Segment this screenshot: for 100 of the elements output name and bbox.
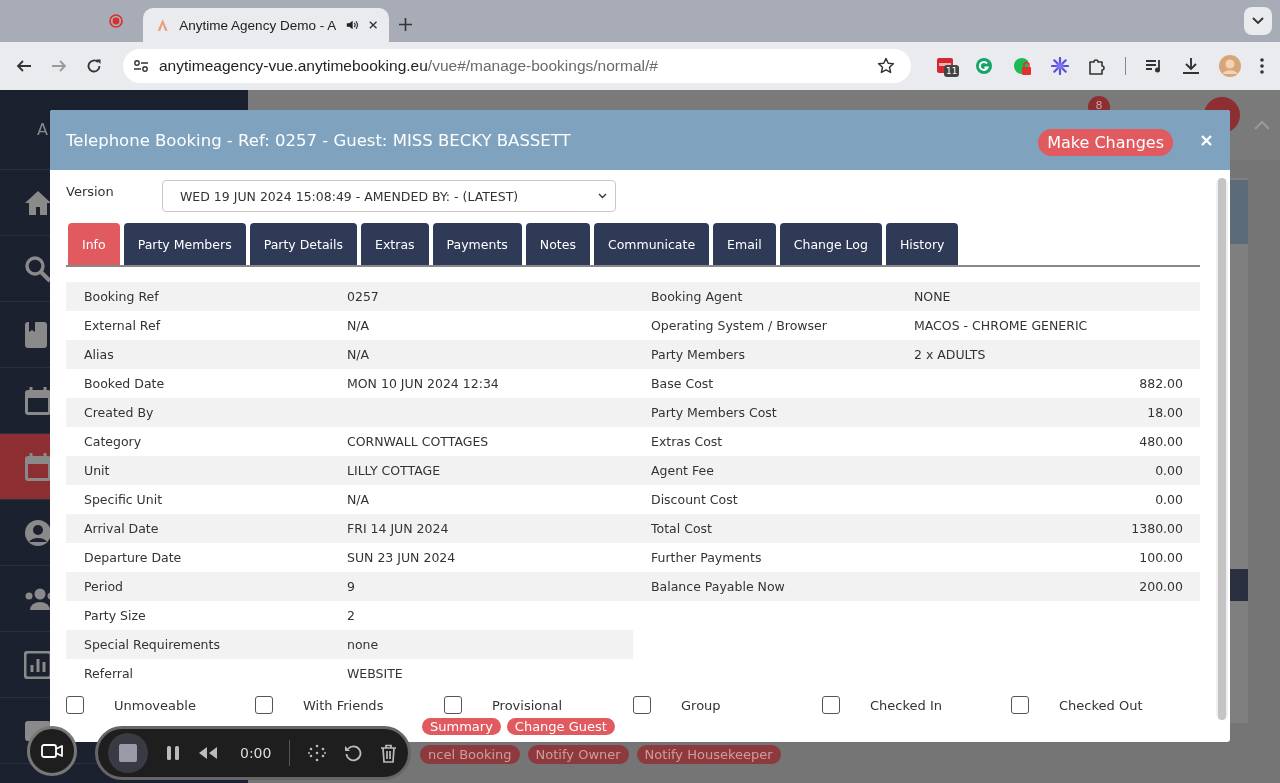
- field-value: 2 x ADULTS: [914, 347, 986, 362]
- bookmark-star-icon[interactable]: [877, 57, 895, 75]
- tab[interactable]: Notes: [525, 223, 590, 265]
- checkbox-label: Checked In: [870, 697, 942, 713]
- field-label: Alias: [83, 347, 115, 362]
- address-bar[interactable]: anytimeagency-vue.anytimebooking.eu/vue#/manage-bookings/normal/#: [123, 49, 911, 83]
- field-label: Booked Date: [83, 376, 166, 391]
- field-value: LILLY COTTAGE: [347, 463, 441, 478]
- field-value: N/A: [347, 492, 370, 507]
- field-value: MON 10 JUN 2024 12:34: [347, 376, 499, 391]
- new-tab-icon[interactable]: [399, 18, 412, 31]
- stop-button[interactable]: [108, 733, 148, 773]
- field-label: Party Members Cost: [650, 405, 778, 420]
- amount-value: 18.00: [1146, 405, 1184, 420]
- tab[interactable]: Extras: [361, 223, 429, 265]
- rewind-icon[interactable]: [198, 746, 218, 760]
- chart-icon: [24, 650, 52, 679]
- lock-extension-icon[interactable]: [1012, 56, 1032, 76]
- field-label: Extras Cost: [650, 434, 724, 449]
- field-label: Booking Agent: [650, 289, 744, 304]
- menu-icon[interactable]: [1260, 58, 1264, 74]
- action-button[interactable]: Change Guest: [506, 718, 615, 735]
- recording-time: 0:00: [240, 745, 272, 761]
- amount-value: 100.00: [1138, 550, 1184, 565]
- brand-text: A: [37, 120, 48, 139]
- field-value: 0257: [347, 289, 379, 304]
- book-icon: [24, 320, 48, 349]
- search-icon: [24, 254, 52, 283]
- checkbox-label: Provisional: [492, 697, 563, 713]
- reload-icon[interactable]: [86, 58, 102, 74]
- download-icon[interactable]: [1182, 57, 1200, 75]
- calendar-extension-button[interactable]: 11: [936, 56, 956, 76]
- version-select[interactable]: WED 19 JUN 2024 15:08:49 - AMENDED BY: - (LATEST): [162, 180, 616, 212]
- amount-value: 882.00: [1138, 376, 1184, 391]
- checkbox-label: With Friends: [303, 697, 384, 713]
- media-icon[interactable]: [1145, 58, 1163, 74]
- back-icon[interactable]: [16, 58, 32, 74]
- close-icon[interactable]: [368, 20, 377, 30]
- calendar-icon: [24, 385, 52, 416]
- checkbox[interactable]: [633, 696, 651, 714]
- chevron-down-icon: [1252, 17, 1264, 25]
- tab[interactable]: Email: [713, 223, 776, 265]
- make-changes-button[interactable]: Make Changes: [1038, 128, 1173, 156]
- field-label: Discount Cost: [650, 492, 739, 507]
- puzzle-icon[interactable]: [1088, 57, 1106, 75]
- url-text: anytimeagency-vue.anytimebooking.eu/vue#/manage-bookings/normal/#: [159, 57, 658, 75]
- grid-icon[interactable]: [308, 744, 327, 762]
- field-label: Booking Ref: [83, 289, 160, 304]
- field-label: Special Requirements: [83, 637, 221, 652]
- video-camera-icon: [41, 744, 63, 758]
- checkbox[interactable]: [822, 696, 840, 714]
- version-label: Version: [66, 183, 115, 199]
- amount-value: 0.00: [1154, 463, 1184, 478]
- tab[interactable]: Party Details: [249, 223, 358, 265]
- undo-icon[interactable]: [344, 744, 363, 762]
- tab[interactable]: Change Log: [779, 223, 882, 265]
- scrollbar[interactable]: [1216, 178, 1228, 720]
- recording-icon: [109, 14, 123, 28]
- calendar-icon: [24, 451, 52, 482]
- tab[interactable]: Info: [68, 223, 120, 265]
- field-value: SUN 23 JUN 2024: [347, 550, 456, 565]
- field-value: N/A: [347, 347, 370, 362]
- field-label: Party Members: [650, 347, 746, 362]
- tab[interactable]: Party Members: [123, 223, 246, 265]
- tab[interactable]: Payments: [432, 223, 522, 265]
- tab[interactable]: History: [885, 223, 959, 265]
- grammar-extension-icon[interactable]: [975, 57, 993, 75]
- speaker-icon: [346, 18, 359, 32]
- logo-icon: [156, 17, 170, 33]
- chevron-down-icon: [598, 193, 607, 199]
- burst-extension-icon[interactable]: [1051, 57, 1069, 75]
- field-label: Agent Fee: [650, 463, 715, 478]
- action-button[interactable]: Summary: [422, 718, 501, 735]
- checkbox-label: Checked Out: [1059, 697, 1143, 713]
- tab[interactable]: Communicate: [593, 223, 710, 265]
- field-label: Base Cost: [650, 376, 715, 391]
- pause-icon[interactable]: [166, 745, 180, 761]
- field-value: MACOS - CHROME GENERIC: [914, 318, 1088, 333]
- field-value: N/A: [347, 318, 370, 333]
- browser-tab[interactable]: Anytime Agency Demo - A: [143, 8, 389, 42]
- site-settings-icon[interactable]: [133, 59, 149, 73]
- field-label: External Ref: [83, 318, 162, 333]
- checkbox[interactable]: [1011, 696, 1029, 714]
- field-label: Arrival Date: [83, 521, 160, 536]
- field-value: FRI 14 JUN 2024: [347, 521, 449, 536]
- checkbox-label: Group: [681, 697, 721, 713]
- field-value: WEBSITE: [347, 666, 403, 681]
- trash-icon[interactable]: [380, 743, 398, 763]
- field-label: Total Cost: [650, 521, 713, 536]
- tab-search-button[interactable]: [1244, 7, 1272, 35]
- checkbox[interactable]: [66, 696, 84, 714]
- field-value: CORNWALL COTTAGES: [347, 434, 489, 449]
- field-label: Unit: [83, 463, 111, 478]
- field-label: Created By: [83, 405, 155, 420]
- amount-value: 0.00: [1154, 492, 1184, 507]
- field-label: Operating System / Browser: [650, 318, 828, 333]
- dialog-title: Telephone Booking - Ref: 0257 - Guest: MISS BECKY BASSETT: [66, 130, 571, 150]
- checkbox[interactable]: [444, 696, 462, 714]
- checkbox-label: Unmoveable: [114, 697, 196, 713]
- checkbox[interactable]: [255, 696, 273, 714]
